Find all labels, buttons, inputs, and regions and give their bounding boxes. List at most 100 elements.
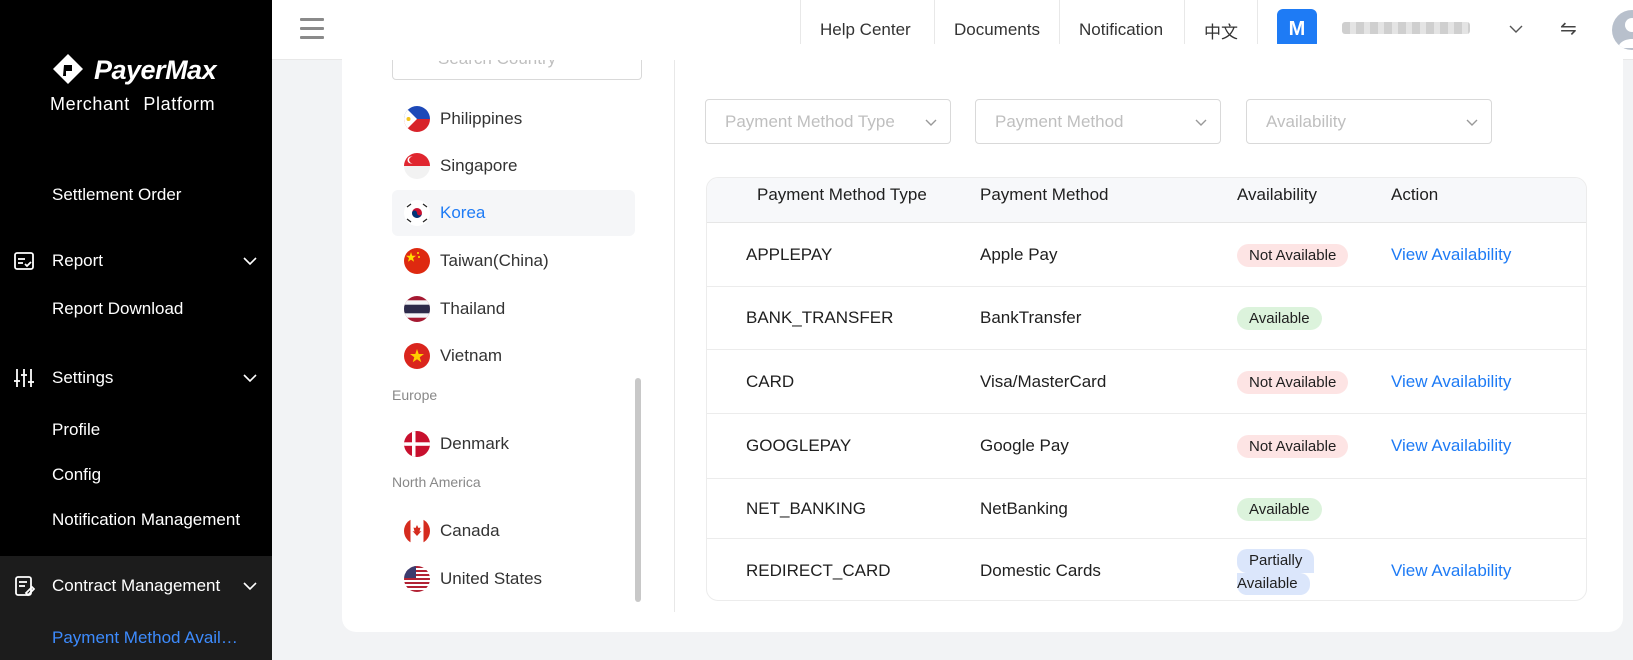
- table-row: CARD Visa/MasterCard Not Available View …: [707, 350, 1586, 414]
- country-list-scrollbar[interactable]: [635, 378, 641, 602]
- cell-method: Apple Pay: [980, 245, 1058, 264]
- country-name: Canada: [440, 521, 500, 540]
- taiwan-flag-icon: [404, 248, 430, 274]
- country-name: Vietnam: [440, 346, 503, 365]
- switch-account-icon[interactable]: ⇋: [1560, 16, 1582, 40]
- column-header-action: Action: [1391, 185, 1439, 204]
- cell-method: BankTransfer: [980, 308, 1082, 327]
- sidebar-item-label: Notification Management: [52, 510, 241, 529]
- sidebar-item-label: Config: [52, 465, 102, 484]
- view-availability-link[interactable]: View Availability: [1391, 372, 1511, 392]
- select-placeholder: Payment Method Type: [725, 112, 895, 131]
- view-availability-link[interactable]: View Availability: [1391, 245, 1511, 265]
- table-header: Payment Method Type Payment Method Avail…: [707, 178, 1586, 223]
- column-header-availability: Availability: [1237, 185, 1318, 204]
- payment-method-select[interactable]: Payment Method: [975, 99, 1221, 144]
- sidebar-item-profile[interactable]: Profile: [0, 408, 272, 452]
- cell-method: Visa/MasterCard: [980, 372, 1107, 391]
- country-name: Taiwan(China): [440, 251, 549, 270]
- table-row: GOOGLEPAY Google Pay Not Available View …: [707, 414, 1586, 479]
- chevron-down-icon: [243, 374, 257, 383]
- user-avatar[interactable]: [1612, 10, 1633, 50]
- status-badge-line: Available: [1237, 573, 1310, 595]
- vietnam-flag-icon: [404, 343, 430, 369]
- status-badge: Available: [1237, 307, 1322, 330]
- status-badge: Not Available: [1237, 435, 1349, 458]
- country-item-singapore[interactable]: Singapore: [392, 143, 635, 189]
- sidebar-item-notification-management[interactable]: Notification Management: [0, 498, 272, 542]
- sidebar-item-contract-management[interactable]: Contract Management: [0, 564, 272, 608]
- sidebar-item-label: Report: [52, 251, 104, 270]
- region-label-europe: Europe: [392, 387, 438, 403]
- status-badge: Available: [1237, 498, 1322, 521]
- cell-method: Domestic Cards: [980, 561, 1101, 580]
- menu-toggle-icon[interactable]: [300, 18, 324, 40]
- select-placeholder: Availability: [1266, 112, 1347, 131]
- denmark-flag-icon: [404, 431, 430, 457]
- table-row: BANK_TRANSFER BankTransfer Available: [707, 287, 1586, 350]
- chevron-down-icon: [1466, 119, 1478, 126]
- chevron-down-icon: [1195, 119, 1207, 126]
- payment-methods-table: Payment Method Type Payment Method Avail…: [706, 177, 1587, 601]
- country-item-canada[interactable]: Canada: [392, 508, 635, 554]
- cell-type: NET_BANKING: [746, 499, 866, 518]
- country-item-thailand[interactable]: Thailand: [392, 286, 635, 332]
- united-states-flag-icon: [404, 566, 430, 592]
- cell-method: Google Pay: [980, 436, 1069, 455]
- column-header-type: Payment Method Type: [757, 185, 927, 204]
- view-availability-link[interactable]: View Availability: [1391, 436, 1511, 456]
- cell-method: NetBanking: [980, 499, 1068, 518]
- sidebar: PayerMax Merchant Platform Settlement Or…: [0, 0, 272, 660]
- sidebar-item-config[interactable]: Config: [0, 453, 272, 497]
- country-name: Philippines: [440, 109, 523, 128]
- sidebar-item-label: Profile: [52, 420, 101, 439]
- country-item-vietnam[interactable]: Vietnam: [392, 333, 635, 379]
- country-item-united-states[interactable]: United States: [392, 556, 635, 602]
- brand-logo[interactable]: PayerMax: [50, 52, 217, 88]
- chevron-down-icon: [243, 257, 257, 266]
- merchant-avatar[interactable]: M: [1277, 9, 1317, 49]
- korea-flag-icon: [404, 200, 430, 226]
- select-placeholder: Payment Method: [995, 112, 1124, 131]
- contract-icon: [12, 574, 36, 598]
- country-name: Korea: [440, 203, 486, 222]
- country-name: Singapore: [440, 156, 518, 175]
- thailand-flag-icon: [404, 296, 430, 322]
- country-item-korea[interactable]: Korea: [392, 190, 635, 236]
- sidebar-item-report-download[interactable]: Report Download: [0, 287, 272, 331]
- view-availability-link[interactable]: View Availability: [1391, 561, 1511, 581]
- user-name-redacted: [1342, 22, 1470, 34]
- chevron-down-icon: [925, 119, 937, 126]
- sidebar-item-settlement-order[interactable]: Settlement Order: [0, 173, 272, 217]
- canada-flag-icon: [404, 518, 430, 544]
- cell-type: APPLEPAY: [746, 245, 833, 264]
- sidebar-item-payment-method-availability[interactable]: Payment Method Avail…: [0, 616, 272, 660]
- country-item-taiwan[interactable]: Taiwan(China): [392, 238, 635, 284]
- country-item-denmark[interactable]: Denmark: [392, 421, 635, 467]
- sidebar-item-label: Contract Management: [52, 576, 221, 595]
- availability-select[interactable]: Availability: [1246, 99, 1492, 144]
- sidebar-item-label: Report Download: [52, 299, 184, 318]
- country-item-philippines[interactable]: Philippines: [392, 96, 635, 142]
- sidebar-item-report[interactable]: Report: [0, 239, 272, 283]
- settings-sliders-icon: [12, 366, 36, 390]
- table-row: APPLEPAY Apple Pay Not Available View Av…: [707, 224, 1586, 287]
- table-row: REDIRECT_CARD Domestic Cards Partially A…: [707, 539, 1586, 600]
- brand-subtitle: Merchant Platform: [50, 94, 216, 114]
- singapore-flag-icon: [404, 153, 430, 179]
- sidebar-item-settings[interactable]: Settings: [0, 356, 272, 400]
- sidebar-item-label: Settlement Order: [52, 185, 182, 204]
- payment-method-type-select[interactable]: Payment Method Type: [705, 99, 951, 144]
- cell-type: REDIRECT_CARD: [746, 561, 891, 580]
- status-badge: Not Available: [1237, 371, 1349, 394]
- cell-type: CARD: [746, 372, 795, 391]
- country-name: United States: [440, 569, 543, 588]
- status-badge: Partially Available: [1237, 549, 1327, 595]
- status-badge-line: Partially: [1237, 549, 1315, 573]
- sidebar-item-label: Payment Method Avail…: [52, 628, 238, 647]
- country-name: Denmark: [440, 434, 509, 453]
- chevron-down-icon[interactable]: [1508, 21, 1524, 37]
- philippines-flag-icon: [404, 106, 430, 132]
- payermax-logo-icon: [53, 54, 83, 84]
- cell-type: BANK_TRANSFER: [746, 308, 894, 327]
